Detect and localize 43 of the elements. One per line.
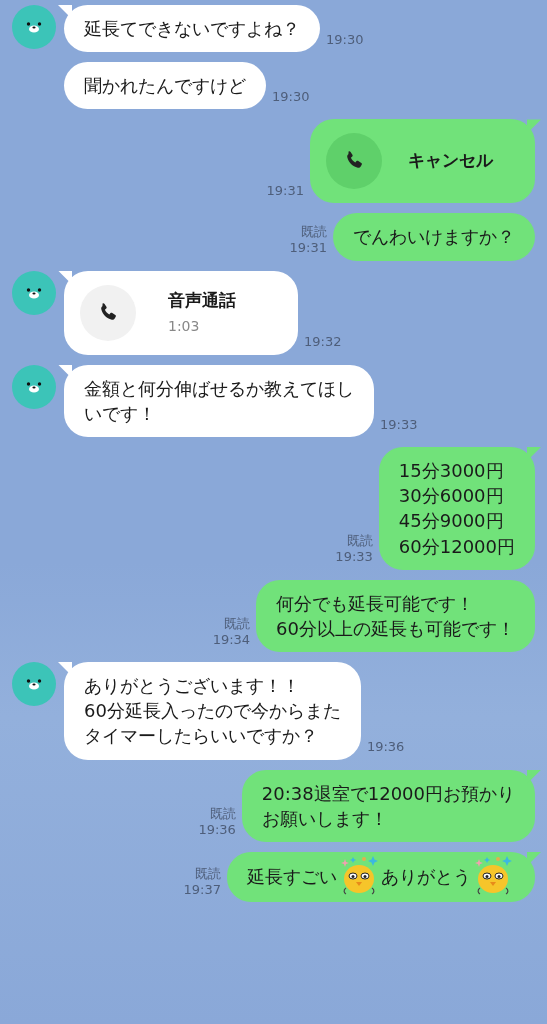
message-text: 20:38退室で12000円お預かり: [261, 781, 515, 806]
avatar-icon[interactable]: [12, 270, 56, 315]
message-time: 19:33: [380, 416, 418, 433]
message-text: 聞かれたんですけど: [84, 74, 246, 99]
read-label: 既読: [209, 805, 236, 822]
read-label: 既読: [195, 865, 221, 882]
avatar-icon[interactable]: [12, 364, 56, 409]
message-text: 60分以上の延長も可能です！: [276, 616, 515, 641]
message-text: ありがとうございます！！: [84, 674, 300, 699]
message-text: 何分でも延長可能です！: [276, 591, 475, 616]
call-duration: 1:03: [168, 316, 201, 336]
message-time: 19:34: [212, 631, 251, 649]
call-title: キャンセル: [408, 149, 493, 173]
call-bubble[interactable]: 音声通話 1:03: [64, 270, 298, 355]
message-text: でんわいけますか？: [353, 225, 515, 250]
message-time: 19:31: [266, 183, 304, 200]
read-label: 既読: [301, 224, 327, 241]
message-text: ありがとう: [381, 865, 471, 890]
message-time: 19:36: [366, 739, 405, 756]
message-text: タイマーしたらいいですか？: [84, 724, 318, 749]
message-time: 19:30: [326, 31, 364, 49]
avatar-icon[interactable]: [12, 5, 56, 49]
message-time: 19:31: [289, 240, 327, 257]
message-text: 金額と何分伸ばせるか教えてほし: [84, 376, 354, 401]
message-text: 延長てできないですよね？: [84, 17, 300, 41]
message-time: 19:32: [304, 334, 342, 351]
call-bubble[interactable]: キャンセル: [310, 119, 535, 204]
message-text: 60分延長入ったので今からまた: [84, 699, 341, 724]
avatar-icon[interactable]: [12, 662, 56, 707]
message-time: 19:30: [272, 89, 310, 106]
read-label: 既読: [346, 533, 373, 550]
message-text: 延長すごい: [247, 865, 337, 890]
read-label: 既読: [224, 615, 251, 632]
message-text: 15分3000円: [398, 458, 504, 483]
message-text: 60分12000円: [398, 534, 515, 559]
message-text: 45分9000円: [398, 509, 504, 534]
message-text: お願いします！: [261, 806, 388, 831]
message-time: 19:36: [198, 821, 236, 838]
call-title: 音声通話: [168, 288, 236, 312]
message-text: いです！: [84, 401, 156, 426]
message-time: 19:33: [335, 549, 373, 566]
message-text: 30分6000円: [398, 484, 504, 509]
message-time: 19:37: [183, 881, 221, 898]
